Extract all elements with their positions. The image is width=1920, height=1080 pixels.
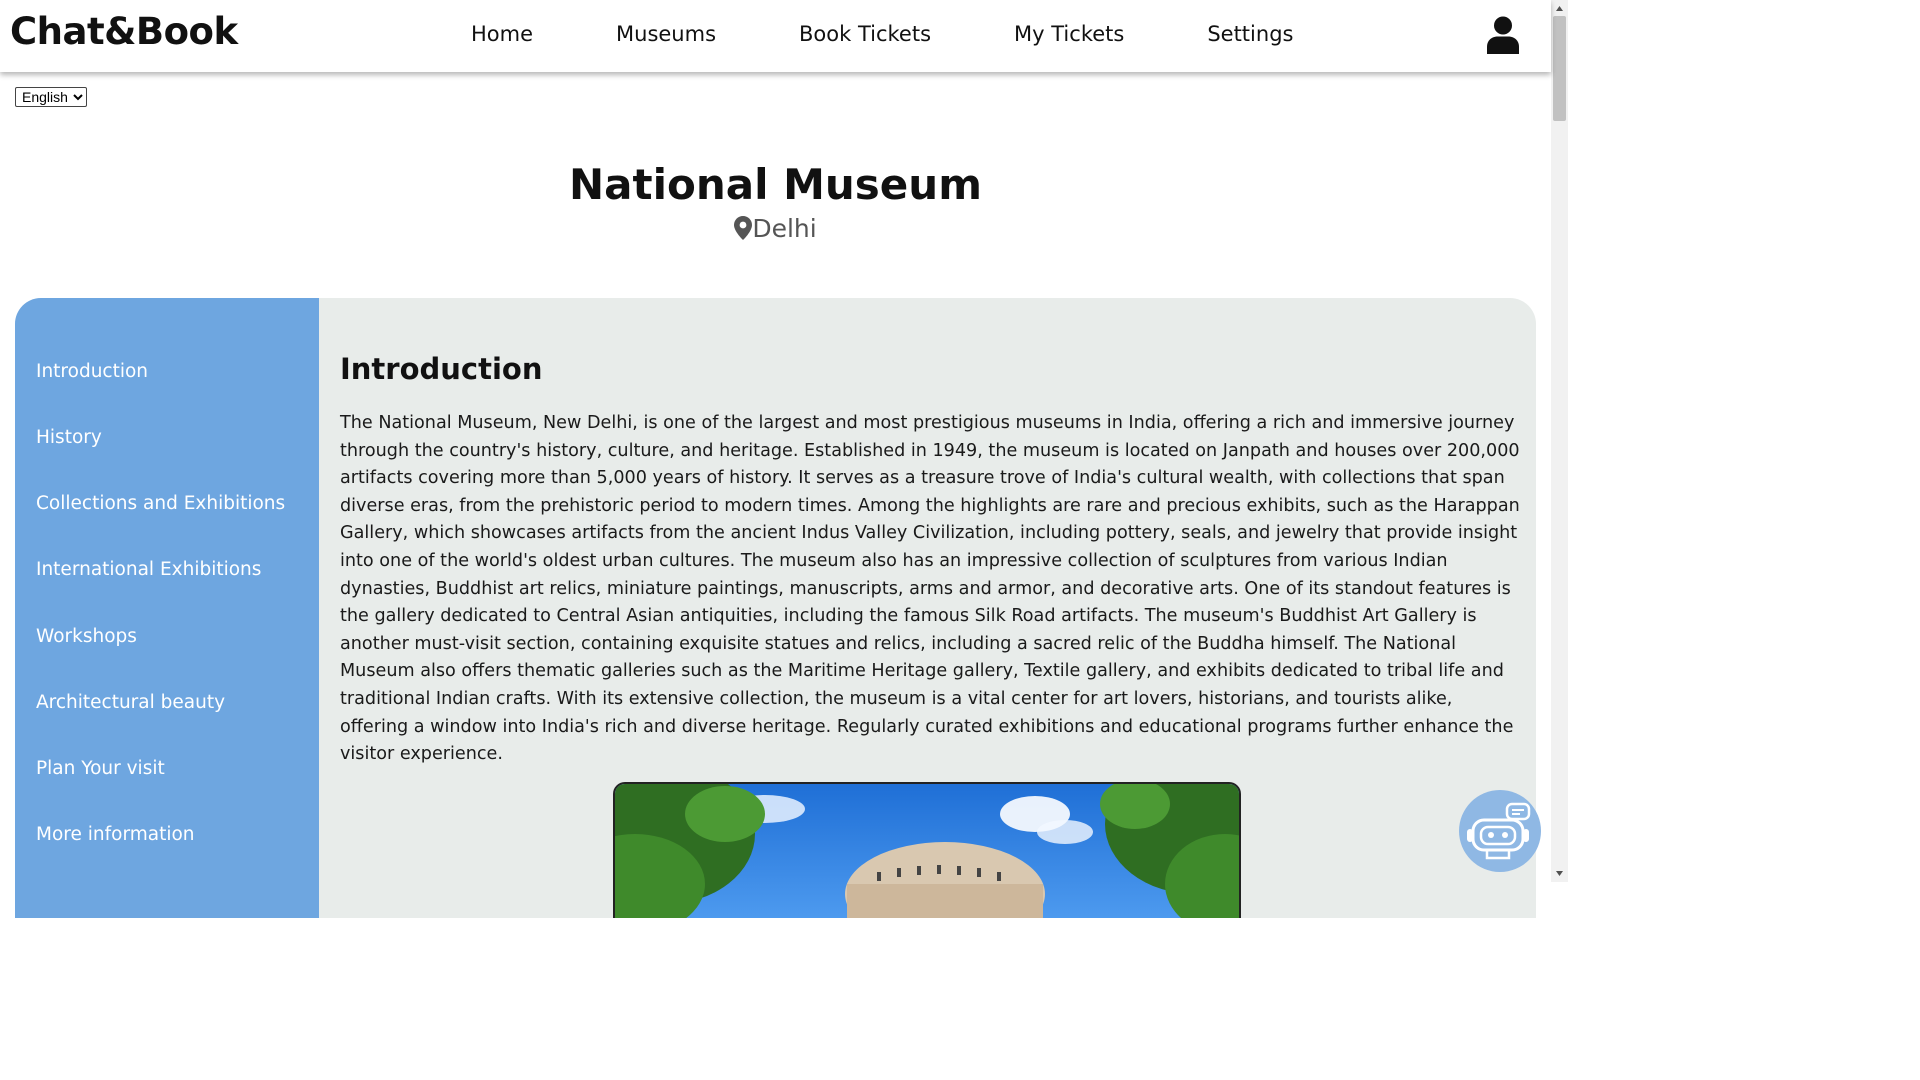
section-heading: Introduction <box>340 352 543 386</box>
nav-book-tickets[interactable]: Book Tickets <box>799 22 931 46</box>
chatbot-button[interactable] <box>1459 790 1541 872</box>
scroll-down-arrow-icon[interactable] <box>1555 869 1564 878</box>
brand-logo[interactable]: Chat&Book <box>10 10 238 53</box>
location-text: Delhi <box>752 214 817 243</box>
scrollbar-thumb[interactable] <box>1553 16 1566 121</box>
sidebar-item-more-information[interactable]: More information <box>36 824 195 845</box>
sidebar-item-architecture[interactable]: Architectural beauty <box>36 692 225 713</box>
sidebar: Introduction History Collections and Exh… <box>15 298 319 918</box>
sidebar-item-introduction[interactable]: Introduction <box>36 361 148 382</box>
nav-museums[interactable]: Museums <box>616 22 716 46</box>
user-icon[interactable] <box>1486 16 1520 54</box>
sidebar-item-international-exhibitions[interactable]: International Exhibitions <box>36 559 261 580</box>
scroll-up-arrow-icon[interactable] <box>1555 4 1564 13</box>
top-navbar: Chat&Book Home Museums Book Tickets My T… <box>0 0 1551 72</box>
museum-photo-illustration <box>615 784 1239 918</box>
nav-settings[interactable]: Settings <box>1207 22 1293 46</box>
museum-location: Delhi <box>0 214 1551 243</box>
page-scrollbar[interactable] <box>1551 0 1568 882</box>
sidebar-item-plan-visit[interactable]: Plan Your visit <box>36 758 165 779</box>
nav-home[interactable]: Home <box>471 22 533 46</box>
robot-icon <box>1467 802 1531 860</box>
museum-photo <box>613 782 1241 918</box>
section-body: The National Museum, New Delhi, is one o… <box>340 413 1520 765</box>
sidebar-item-workshops[interactable]: Workshops <box>36 626 137 647</box>
content-card: Introduction History Collections and Exh… <box>15 298 1536 918</box>
sidebar-item-history[interactable]: History <box>36 427 102 448</box>
sidebar-item-collections[interactable]: Collections and Exhibitions <box>36 493 285 514</box>
page-title: National Museum <box>569 160 982 209</box>
main-nav: Home Museums Book Tickets My Tickets Set… <box>471 22 1293 46</box>
map-pin-icon <box>734 216 753 240</box>
language-select[interactable]: English <box>15 87 87 107</box>
nav-my-tickets[interactable]: My Tickets <box>1014 22 1124 46</box>
